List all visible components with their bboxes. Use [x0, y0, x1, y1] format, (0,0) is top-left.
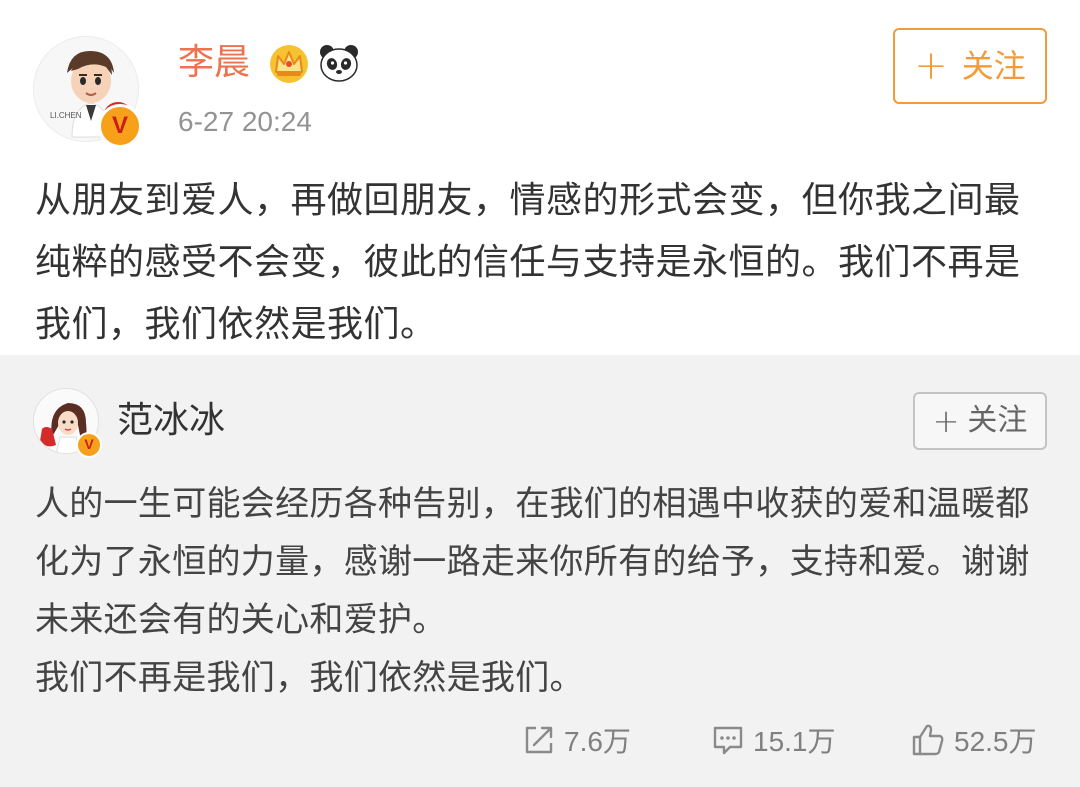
quoted-paragraph: 我们不再是我们，我们依然是我们。	[35, 658, 584, 698]
comment-count: 15.1万	[753, 726, 836, 757]
repost-count: 7.6万	[564, 726, 631, 757]
follow-button[interactable]: + 关注	[893, 28, 1047, 104]
thumbs-up-icon	[912, 724, 944, 756]
verified-v-icon: V	[98, 104, 142, 148]
comment-button[interactable]: 15.1万	[711, 718, 836, 762]
quoted-follow-button-label: 关注	[967, 403, 1028, 438]
like-count: 52.5万	[954, 726, 1037, 757]
panda-icon[interactable]	[318, 42, 360, 84]
plus-icon: +	[932, 402, 960, 440]
verified-v-icon: V	[76, 432, 102, 458]
quoted-follow-button[interactable]: + 关注	[913, 392, 1047, 450]
repost-button[interactable]: 7.6万	[522, 718, 631, 762]
crown-icon[interactable]	[268, 42, 310, 84]
avatar-caption: LI.CHEN	[50, 111, 82, 120]
repost-icon	[525, 726, 553, 754]
quoted-post-body: 人的一生可能会经历各种告别，在我们的相遇中收获的爱和温暖都化为了永恒的力量，感谢…	[35, 475, 1050, 707]
comment-icon	[713, 726, 743, 755]
quoted-paragraph: 人的一生可能会经历各种告别，在我们的相遇中收获的爱和温暖都化为了永恒的力量，感谢…	[35, 484, 1030, 640]
plus-icon: +	[914, 43, 948, 89]
like-button[interactable]: 52.5万	[910, 718, 1037, 762]
quoted-author-name[interactable]: 范冰冰	[117, 398, 225, 444]
post-timestamp[interactable]: 6-27 20:24	[178, 102, 312, 142]
post-body: 从朋友到爱人，再做回朋友，情感的形式会变，但你我之间最纯粹的感受不会变，彼此的信…	[35, 180, 1021, 345]
author-name[interactable]: 李晨	[178, 38, 250, 88]
follow-button-label: 关注	[961, 47, 1026, 85]
